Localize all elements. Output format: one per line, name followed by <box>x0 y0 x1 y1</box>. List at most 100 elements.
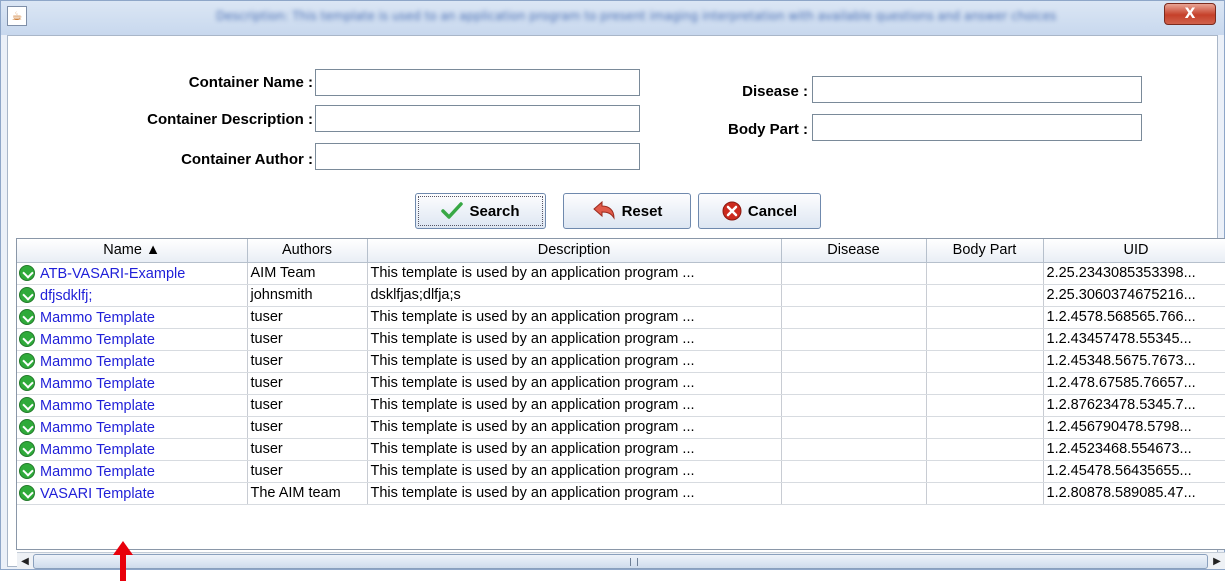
cell-name[interactable]: Mammo Template <box>17 306 248 329</box>
column-header-authors[interactable]: Authors <box>247 239 368 263</box>
cell-body-part[interactable] <box>926 284 1044 307</box>
cell-uid[interactable]: 1.2.478.67585.76657... <box>1043 372 1225 395</box>
cell-description[interactable]: This template is used by an application … <box>367 350 782 373</box>
cell-name[interactable]: Mammo Template <box>17 416 248 439</box>
table-row[interactable]: ATB-VASARI-Example AIM Team This template … <box>17 262 1225 285</box>
cell-authors[interactable]: tuser <box>247 328 368 351</box>
cell-authors[interactable]: tuser <box>247 350 368 373</box>
cell-body-part[interactable] <box>926 350 1044 373</box>
cell-body-part[interactable] <box>926 262 1044 285</box>
cell-description[interactable]: This template is used by an application … <box>367 394 782 417</box>
cell-body-part[interactable] <box>926 482 1044 505</box>
cell-disease[interactable] <box>781 372 927 395</box>
cell-name[interactable]: Mammo Template <box>17 372 248 395</box>
cell-disease[interactable] <box>781 482 927 505</box>
table-row[interactable]: dfjsdklfj; johnsmith dsklfjas;dlfja;s 2.25.… <box>17 284 1225 307</box>
table-row[interactable]: Mammo Template tuser This template is used… <box>17 416 1225 439</box>
cell-description[interactable]: This template is used by an application … <box>367 482 782 505</box>
cell-authors[interactable]: AIM Team <box>247 262 368 285</box>
cell-uid[interactable]: 1.2.80878.589085.47... <box>1043 482 1225 505</box>
cell-description[interactable]: dsklfjas;dlfja;s <box>367 284 782 307</box>
cell-name[interactable]: Mammo Template <box>17 438 248 461</box>
cell-body-part[interactable] <box>926 372 1044 395</box>
cell-uid[interactable]: 1.2.45478.56435655... <box>1043 460 1225 483</box>
cell-uid[interactable]: 1.2.4578.568565.766... <box>1043 306 1225 329</box>
results-table-body: ATB-VASARI-Example AIM Team This template … <box>17 262 1225 505</box>
cell-authors[interactable]: The AIM team <box>247 482 368 505</box>
cell-authors[interactable]: johnsmith <box>247 284 368 307</box>
cell-disease[interactable] <box>781 306 927 329</box>
cell-authors[interactable]: tuser <box>247 460 368 483</box>
cell-uid[interactable]: 1.2.43457478.55345... <box>1043 328 1225 351</box>
cell-authors[interactable]: tuser <box>247 416 368 439</box>
reset-button[interactable]: Reset <box>563 193 691 229</box>
column-header-body-part[interactable]: Body Part <box>926 239 1044 263</box>
search-button[interactable]: Search <box>415 193 546 229</box>
column-header-description[interactable]: Description <box>367 239 782 263</box>
cell-uid[interactable]: 1.2.87623478.5345.7... <box>1043 394 1225 417</box>
scrollbar-thumb[interactable] <box>33 554 1208 569</box>
container-name-field[interactable] <box>315 69 640 96</box>
cell-disease[interactable] <box>781 262 927 285</box>
cell-name[interactable]: Mammo Template <box>17 350 248 373</box>
scroll-right-arrow-icon[interactable]: ▶ <box>1210 555 1224 568</box>
table-row[interactable]: Mammo Template tuser This template is used… <box>17 438 1225 461</box>
table-row[interactable]: Mammo Template tuser This template is used… <box>17 306 1225 329</box>
table-row[interactable]: VASARI Template The AIM team This template… <box>17 482 1225 505</box>
cell-body-part[interactable] <box>926 306 1044 329</box>
cell-body-part[interactable] <box>926 328 1044 351</box>
cell-name[interactable]: VASARI Template <box>17 482 248 505</box>
cell-authors[interactable]: tuser <box>247 438 368 461</box>
cell-name[interactable]: Mammo Template <box>17 328 248 351</box>
cell-description[interactable]: This template is used by an application … <box>367 262 782 285</box>
cell-uid[interactable]: 1.2.45348.5675.7673... <box>1043 350 1225 373</box>
cell-description[interactable]: This template is used by an application … <box>367 372 782 395</box>
close-button[interactable]: X <box>1164 3 1216 25</box>
cancel-button[interactable]: Cancel <box>698 193 821 229</box>
cell-uid[interactable]: 1.2.4523468.554673... <box>1043 438 1225 461</box>
cell-body-part[interactable] <box>926 416 1044 439</box>
horizontal-scrollbar[interactable]: ◀ ▶ <box>17 552 1225 569</box>
cell-uid[interactable]: 2.25.3060374675216... <box>1043 284 1225 307</box>
cell-disease[interactable] <box>781 416 927 439</box>
results-table-container[interactable]: Name ▲ Authors Description Disease Body … <box>16 238 1225 550</box>
column-header-disease[interactable]: Disease <box>781 239 927 263</box>
cell-disease[interactable] <box>781 328 927 351</box>
cell-disease[interactable] <box>781 438 927 461</box>
cell-disease[interactable] <box>781 284 927 307</box>
cell-uid[interactable]: 1.2.456790478.5798... <box>1043 416 1225 439</box>
cell-name[interactable]: Mammo Template <box>17 394 248 417</box>
table-row[interactable]: Mammo Template tuser This template is used… <box>17 350 1225 373</box>
cell-description[interactable]: This template is used by an application … <box>367 438 782 461</box>
cell-authors[interactable]: tuser <box>247 394 368 417</box>
cell-disease[interactable] <box>781 394 927 417</box>
cell-name[interactable]: Mammo Template <box>17 460 248 483</box>
cell-disease[interactable] <box>781 350 927 373</box>
cell-uid[interactable]: 2.25.2343085353398... <box>1043 262 1225 285</box>
table-row[interactable]: Mammo Template tuser This template is used… <box>17 394 1225 417</box>
container-author-field[interactable] <box>315 143 640 170</box>
scroll-left-arrow-icon[interactable]: ◀ <box>18 555 32 568</box>
cell-authors[interactable]: tuser <box>247 306 368 329</box>
cell-disease[interactable] <box>781 460 927 483</box>
table-row[interactable]: Mammo Template tuser This template is used… <box>17 328 1225 351</box>
cell-body-part[interactable] <box>926 394 1044 417</box>
cell-name[interactable]: dfjsdklfj; <box>17 284 248 307</box>
reset-button-label: Reset <box>621 202 663 220</box>
cell-description[interactable]: This template is used by an application … <box>367 306 782 329</box>
cell-authors[interactable]: tuser <box>247 372 368 395</box>
column-header-uid[interactable]: UID <box>1043 239 1225 263</box>
title-bar[interactable]: ☕ Description: This template is used to … <box>1 1 1224 35</box>
cell-description[interactable]: This template is used by an application … <box>367 416 782 439</box>
body-part-field[interactable] <box>812 114 1142 141</box>
cell-name[interactable]: ATB-VASARI-Example <box>17 262 248 285</box>
table-row[interactable]: Mammo Template tuser This template is used… <box>17 372 1225 395</box>
cell-description[interactable]: This template is used by an application … <box>367 328 782 351</box>
column-header-name[interactable]: Name ▲ <box>17 239 248 263</box>
container-description-field[interactable] <box>315 105 640 132</box>
cell-description[interactable]: This template is used by an application … <box>367 460 782 483</box>
disease-field[interactable] <box>812 76 1142 103</box>
cell-body-part[interactable] <box>926 460 1044 483</box>
cell-body-part[interactable] <box>926 438 1044 461</box>
table-row[interactable]: Mammo Template tuser This template is used… <box>17 460 1225 483</box>
